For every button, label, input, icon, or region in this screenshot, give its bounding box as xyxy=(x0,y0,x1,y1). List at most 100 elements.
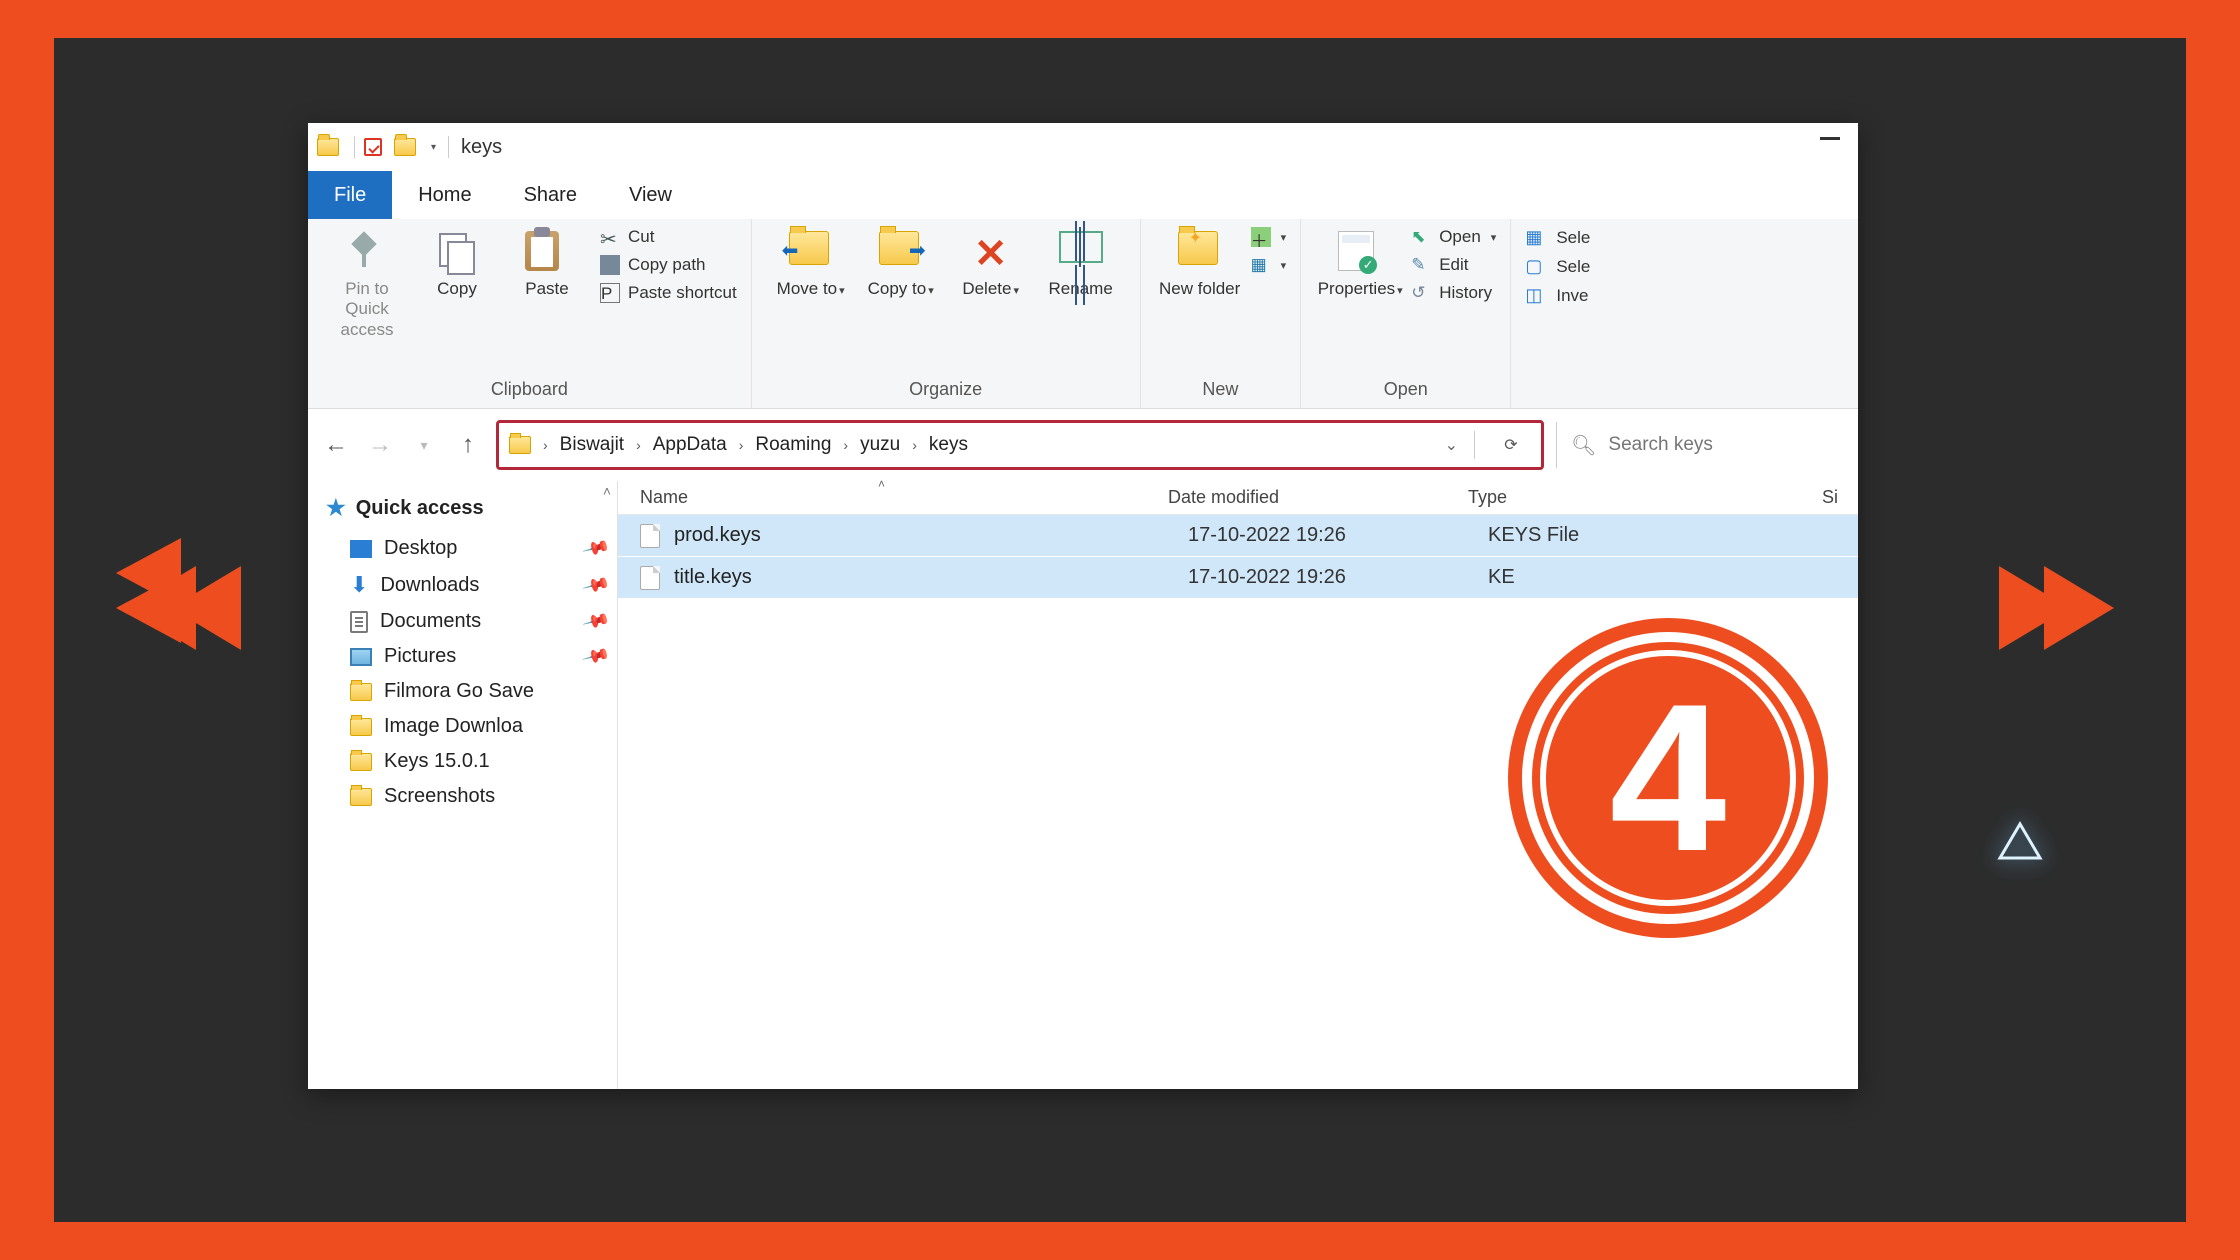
folder-icon xyxy=(350,683,372,701)
column-header-size[interactable]: Si xyxy=(1698,487,1858,508)
file-date: 17-10-2022 19:26 xyxy=(1188,524,1488,547)
step-number: 4 xyxy=(1610,673,1727,883)
file-name: prod.keys xyxy=(674,524,1188,547)
easy-access-icon: ▦ xyxy=(1251,255,1271,275)
column-headers[interactable]: ˄ Name Date modified Type Si xyxy=(618,481,1858,515)
address-dropdown-button[interactable]: ⌄ xyxy=(1445,435,1458,455)
column-header-type[interactable]: Type xyxy=(1468,487,1698,508)
column-header-name[interactable]: Name xyxy=(618,487,1168,508)
address-folder-icon xyxy=(509,436,531,454)
sidebar-item-pictures[interactable]: Pictures 📌 xyxy=(308,639,617,674)
select-none-button[interactable]: ▢Sele xyxy=(1525,256,1590,277)
search-box[interactable]: 🔍︎ xyxy=(1556,422,1846,468)
invert-selection-button[interactable]: ◫Inve xyxy=(1525,285,1590,306)
navigation-row: ← → ▾ ↑ › Biswajit › AppData › Roaming ›… xyxy=(308,409,1858,481)
sidebar-item-folder[interactable]: Keys 15.0.1 xyxy=(308,744,617,779)
nav-up-button[interactable]: ↑ xyxy=(452,429,484,461)
nav-forward-button[interactable]: → xyxy=(364,429,396,461)
sidebar-item-folder[interactable]: Filmora Go Save xyxy=(308,674,617,709)
window-minimize-button[interactable] xyxy=(1820,137,1840,140)
edit-button[interactable]: ✎Edit xyxy=(1411,255,1496,275)
new-folder-button[interactable]: ✦ New folder xyxy=(1155,227,1245,299)
delete-button[interactable]: ✕ Delete▾ xyxy=(946,227,1036,299)
copy-path-button[interactable]: Copy path xyxy=(600,255,737,275)
sidebar-item-folder[interactable]: Screenshots xyxy=(308,779,617,814)
ribbon-group-new: ✦ New folder ＋▾ ▦▾ New xyxy=(1141,219,1302,408)
breadcrumb-segment[interactable]: Biswajit xyxy=(560,434,624,456)
open-button[interactable]: ⬉Open▾ xyxy=(1411,227,1496,247)
titlebar-separator xyxy=(354,136,355,158)
file-explorer-window: ▾ keys File Home Share View Pin to Quick… xyxy=(308,123,1858,1089)
downloads-icon: ⬇ xyxy=(350,572,368,598)
sidebar-item-label: Downloads xyxy=(380,574,479,597)
window-title: keys xyxy=(461,136,502,159)
paste-icon xyxy=(525,231,559,271)
nav-recent-button[interactable]: ▾ xyxy=(408,429,440,461)
pin-icon: 📌 xyxy=(581,642,611,671)
sidebar-item-downloads[interactable]: ⬇ Downloads 📌 xyxy=(308,566,617,604)
window-titlebar[interactable]: ▾ keys xyxy=(308,123,1858,171)
qat-folder-icon[interactable] xyxy=(393,135,417,159)
sidebar-item-documents[interactable]: Documents 📌 xyxy=(308,604,617,639)
pin-to-quick-access-button[interactable]: Pin to Quick access xyxy=(322,227,412,340)
sidebar-item-label: Documents xyxy=(380,610,481,633)
breadcrumb-segment[interactable]: yuzu xyxy=(860,434,900,456)
file-name: title.keys xyxy=(674,566,1188,589)
chevron-right-icon: › xyxy=(543,437,548,453)
qat-customize-icon[interactable]: ▾ xyxy=(431,142,436,153)
qat-properties-icon[interactable] xyxy=(361,135,385,159)
copy-icon xyxy=(435,231,475,271)
copy-to-button[interactable]: ➡ Copy to▾ xyxy=(856,227,946,299)
sidebar-scroll-up-icon[interactable]: ˄ xyxy=(603,483,611,499)
step-number-badge: 4 xyxy=(1508,618,1828,938)
paste-button[interactable]: Paste xyxy=(502,227,592,299)
tab-file[interactable]: File xyxy=(308,171,392,219)
cut-button[interactable]: ✂Cut xyxy=(600,227,737,247)
tab-view[interactable]: View xyxy=(603,171,698,219)
sidebar-item-label: Filmora Go Save xyxy=(384,680,534,703)
history-button[interactable]: ↺History xyxy=(1411,283,1496,303)
search-input[interactable] xyxy=(1608,434,1846,456)
easy-access-button[interactable]: ▦▾ xyxy=(1251,255,1287,275)
sidebar-item-folder[interactable]: Image Downloa xyxy=(308,709,617,744)
copy-button[interactable]: Copy xyxy=(412,227,502,299)
sidebar-item-label: Screenshots xyxy=(384,785,495,808)
navigation-pane[interactable]: ˄ ★ Quick access Desktop 📌 ⬇ Downloads 📌 xyxy=(308,481,618,1089)
folder-icon xyxy=(350,788,372,806)
select-all-button[interactable]: ▦Sele xyxy=(1525,227,1590,248)
prev-slide-arrow[interactable] xyxy=(116,538,256,678)
refresh-button[interactable]: ⟳ xyxy=(1491,425,1531,465)
paste-shortcut-button[interactable]: PPaste shortcut xyxy=(600,283,737,303)
move-to-button[interactable]: ⬅ Move to▾ xyxy=(766,227,856,299)
sidebar-quick-access-label: Quick access xyxy=(356,497,484,520)
breadcrumb-segment[interactable]: keys xyxy=(929,434,968,456)
ribbon-caption-open: Open xyxy=(1315,379,1496,404)
properties-icon xyxy=(1338,231,1374,271)
chevron-right-icon: › xyxy=(739,437,744,453)
file-row[interactable]: prod.keys 17-10-2022 19:26 KEYS File xyxy=(618,515,1858,557)
documents-icon xyxy=(350,611,368,633)
file-row[interactable]: title.keys 17-10-2022 19:26 KE xyxy=(618,557,1858,599)
rename-button[interactable]: Rename xyxy=(1036,227,1126,299)
file-date: 17-10-2022 19:26 xyxy=(1188,566,1488,589)
folder-icon xyxy=(350,753,372,771)
properties-button[interactable]: Properties▾ xyxy=(1315,227,1405,299)
new-item-button[interactable]: ＋▾ xyxy=(1251,227,1287,247)
tab-share[interactable]: Share xyxy=(498,171,603,219)
invert-selection-icon: ◫ xyxy=(1525,285,1542,306)
breadcrumb-segment[interactable]: AppData xyxy=(653,434,727,456)
sidebar-item-desktop[interactable]: Desktop 📌 xyxy=(308,531,617,566)
move-to-icon: ⬅ xyxy=(789,231,829,265)
sidebar-quick-access[interactable]: ★ Quick access xyxy=(308,481,617,531)
breadcrumb-segment[interactable]: Roaming xyxy=(755,434,831,456)
chevron-right-icon: › xyxy=(912,437,917,453)
next-slide-arrow[interactable] xyxy=(1984,538,2124,678)
column-header-date[interactable]: Date modified xyxy=(1168,487,1468,508)
file-type: KE xyxy=(1488,566,1718,589)
nav-back-button[interactable]: ← xyxy=(320,429,352,461)
sidebar-item-label: Keys 15.0.1 xyxy=(384,750,490,773)
titlebar-separator-2 xyxy=(448,136,449,158)
pictures-icon xyxy=(350,648,372,666)
address-bar[interactable]: › Biswajit › AppData › Roaming › yuzu › … xyxy=(496,420,1544,470)
tab-home[interactable]: Home xyxy=(392,171,497,219)
